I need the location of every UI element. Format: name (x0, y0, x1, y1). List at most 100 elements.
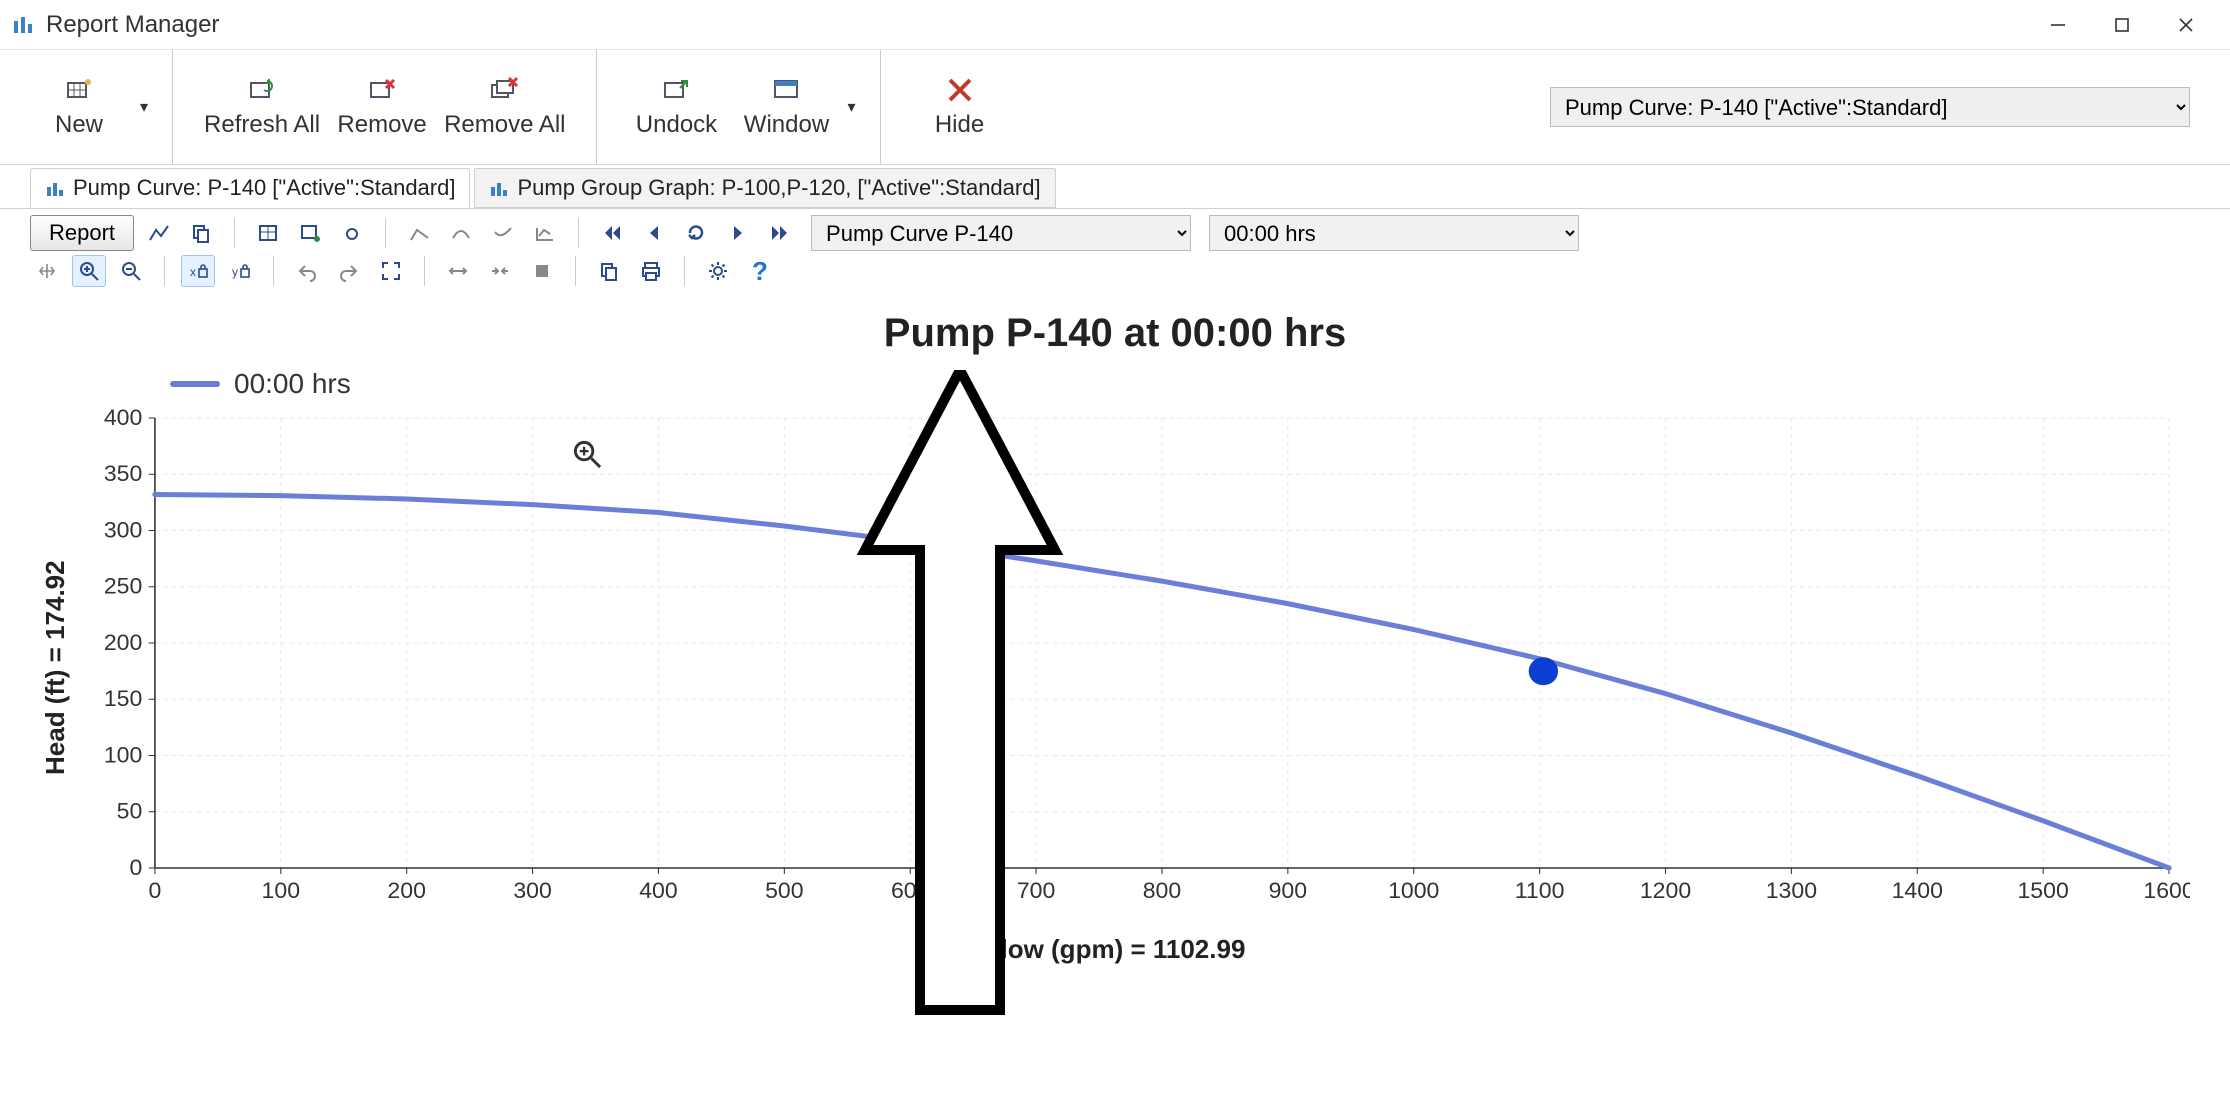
hide-icon (945, 75, 975, 105)
grid-icon (64, 75, 94, 105)
svg-text:1100: 1100 (1515, 878, 1565, 902)
chart-type-icon[interactable] (142, 217, 176, 249)
close-button[interactable] (2154, 1, 2218, 49)
new-label: New (55, 111, 103, 139)
svg-text:100: 100 (104, 743, 142, 767)
prev-icon[interactable] (637, 217, 671, 249)
remove-all-label: Remove All (444, 111, 565, 139)
chart-time-select[interactable]: 00:00 hrs (1209, 215, 1579, 251)
play-cycle-icon[interactable] (679, 217, 713, 249)
copy-icon[interactable] (184, 217, 218, 249)
fit-icon[interactable] (374, 255, 408, 287)
zoom-in-icon[interactable] (72, 255, 106, 287)
x-axis-label: Flow (gpm) = 1102.99 (40, 934, 2190, 965)
svg-text:1300: 1300 (1766, 878, 1817, 902)
svg-text:0: 0 (149, 878, 162, 902)
table-icon[interactable] (251, 217, 285, 249)
chart-style-3-icon[interactable] (486, 217, 520, 249)
remove-all-button[interactable]: Remove All (437, 64, 572, 150)
operating-point (1529, 657, 1558, 685)
first-icon[interactable] (595, 217, 629, 249)
svg-text:1000: 1000 (1388, 878, 1439, 902)
undo-icon[interactable] (290, 255, 324, 287)
svg-text:100: 100 (262, 878, 300, 902)
chart-area: Pump P-140 at 00:00 hrs 00:00 hrs Head (… (0, 293, 2230, 985)
undock-icon (661, 75, 691, 105)
svg-text:0: 0 (130, 855, 143, 879)
copy-chart-icon[interactable] (592, 255, 626, 287)
svg-text:300: 300 (513, 878, 551, 902)
svg-text:500: 500 (765, 878, 803, 902)
svg-text:200: 200 (387, 878, 425, 902)
chart-source-select[interactable]: Pump Curve P-140 (811, 215, 1191, 251)
expand-h-icon[interactable] (441, 255, 475, 287)
svg-text:x: x (190, 265, 196, 279)
undock-label: Undock (636, 111, 717, 139)
svg-text:150: 150 (104, 687, 142, 711)
report-button[interactable]: Report (30, 215, 134, 251)
settings-icon[interactable] (701, 255, 735, 287)
help-icon[interactable]: ? (743, 255, 777, 287)
window-label: Window (744, 111, 829, 139)
ribbon: New ▾ Refresh All Remove Remove All Undo… (0, 50, 2230, 165)
hide-button[interactable]: Hide (905, 64, 1015, 150)
refresh-all-button[interactable]: Refresh All (197, 64, 327, 150)
document-tabs: Pump Curve: P-140 ["Active":Standard] Pu… (0, 165, 2230, 209)
zoom-out-icon[interactable] (114, 255, 148, 287)
chart-icon (45, 178, 65, 198)
svg-text:300: 300 (104, 518, 142, 542)
chart-style-2-icon[interactable] (444, 217, 478, 249)
hide-label: Hide (935, 111, 984, 139)
last-icon[interactable] (763, 217, 797, 249)
lock-x-icon[interactable]: x (181, 255, 215, 287)
new-dropdown[interactable]: ▾ (140, 97, 148, 117)
maximize-button[interactable] (2090, 1, 2154, 49)
svg-text:1600: 1600 (2143, 878, 2190, 902)
remove-all-icon (490, 75, 520, 105)
report-selector[interactable]: Pump Curve: P-140 ["Active":Standard] (1550, 87, 2190, 127)
stop-icon[interactable] (525, 255, 559, 287)
remove-label: Remove (337, 111, 426, 139)
tab-label: Pump Group Graph: P-100,P-120, ["Active"… (517, 175, 1040, 201)
svg-text:250: 250 (104, 574, 142, 598)
table-edit-icon[interactable] (293, 217, 327, 249)
svg-text:900: 900 (1269, 878, 1307, 902)
svg-text:400: 400 (104, 408, 142, 430)
tab-pump-group[interactable]: Pump Group Graph: P-100,P-120, ["Active"… (474, 168, 1055, 208)
svg-text:1200: 1200 (1640, 878, 1691, 902)
new-button[interactable]: New (24, 64, 134, 150)
titlebar: Report Manager (0, 0, 2230, 50)
app-icon (12, 13, 36, 37)
svg-text:350: 350 (104, 462, 142, 486)
chart-style-1-icon[interactable] (402, 217, 436, 249)
window-icon (771, 75, 801, 105)
link-icon[interactable] (335, 217, 369, 249)
chart-plot[interactable]: 0501001502002503003504000100200300400500… (71, 408, 2190, 928)
window-title: Report Manager (46, 11, 219, 39)
y-axis-label: Head (ft) = 174.92 (40, 408, 71, 928)
chart-toolbar: Report Pump Curve P-140 00:00 hrs x y (0, 209, 2230, 293)
remove-button[interactable]: Remove (327, 64, 437, 150)
lock-y-icon[interactable]: y (223, 255, 257, 287)
window-button[interactable]: Window (731, 64, 841, 150)
remove-icon (367, 75, 397, 105)
redo-icon[interactable] (332, 255, 366, 287)
legend-label: 00:00 hrs (234, 368, 351, 400)
tab-pump-curve[interactable]: Pump Curve: P-140 ["Active":Standard] (30, 168, 470, 208)
window-dropdown[interactable]: ▾ (847, 97, 855, 117)
chart-legend: 00:00 hrs (170, 368, 2190, 400)
svg-text:1400: 1400 (1892, 878, 1943, 902)
next-icon[interactable] (721, 217, 755, 249)
chart-title: Pump P-140 at 00:00 hrs (40, 311, 2190, 356)
chart-style-4-icon[interactable] (528, 217, 562, 249)
minimize-button[interactable] (2026, 1, 2090, 49)
undock-button[interactable]: Undock (621, 64, 731, 150)
print-icon[interactable] (634, 255, 668, 287)
svg-text:400: 400 (639, 878, 677, 902)
svg-text:800: 800 (1143, 878, 1181, 902)
collapse-h-icon[interactable] (483, 255, 517, 287)
svg-text:600: 600 (891, 878, 929, 902)
pan-icon[interactable] (30, 255, 64, 287)
refresh-icon (247, 75, 277, 105)
legend-swatch (170, 381, 220, 387)
